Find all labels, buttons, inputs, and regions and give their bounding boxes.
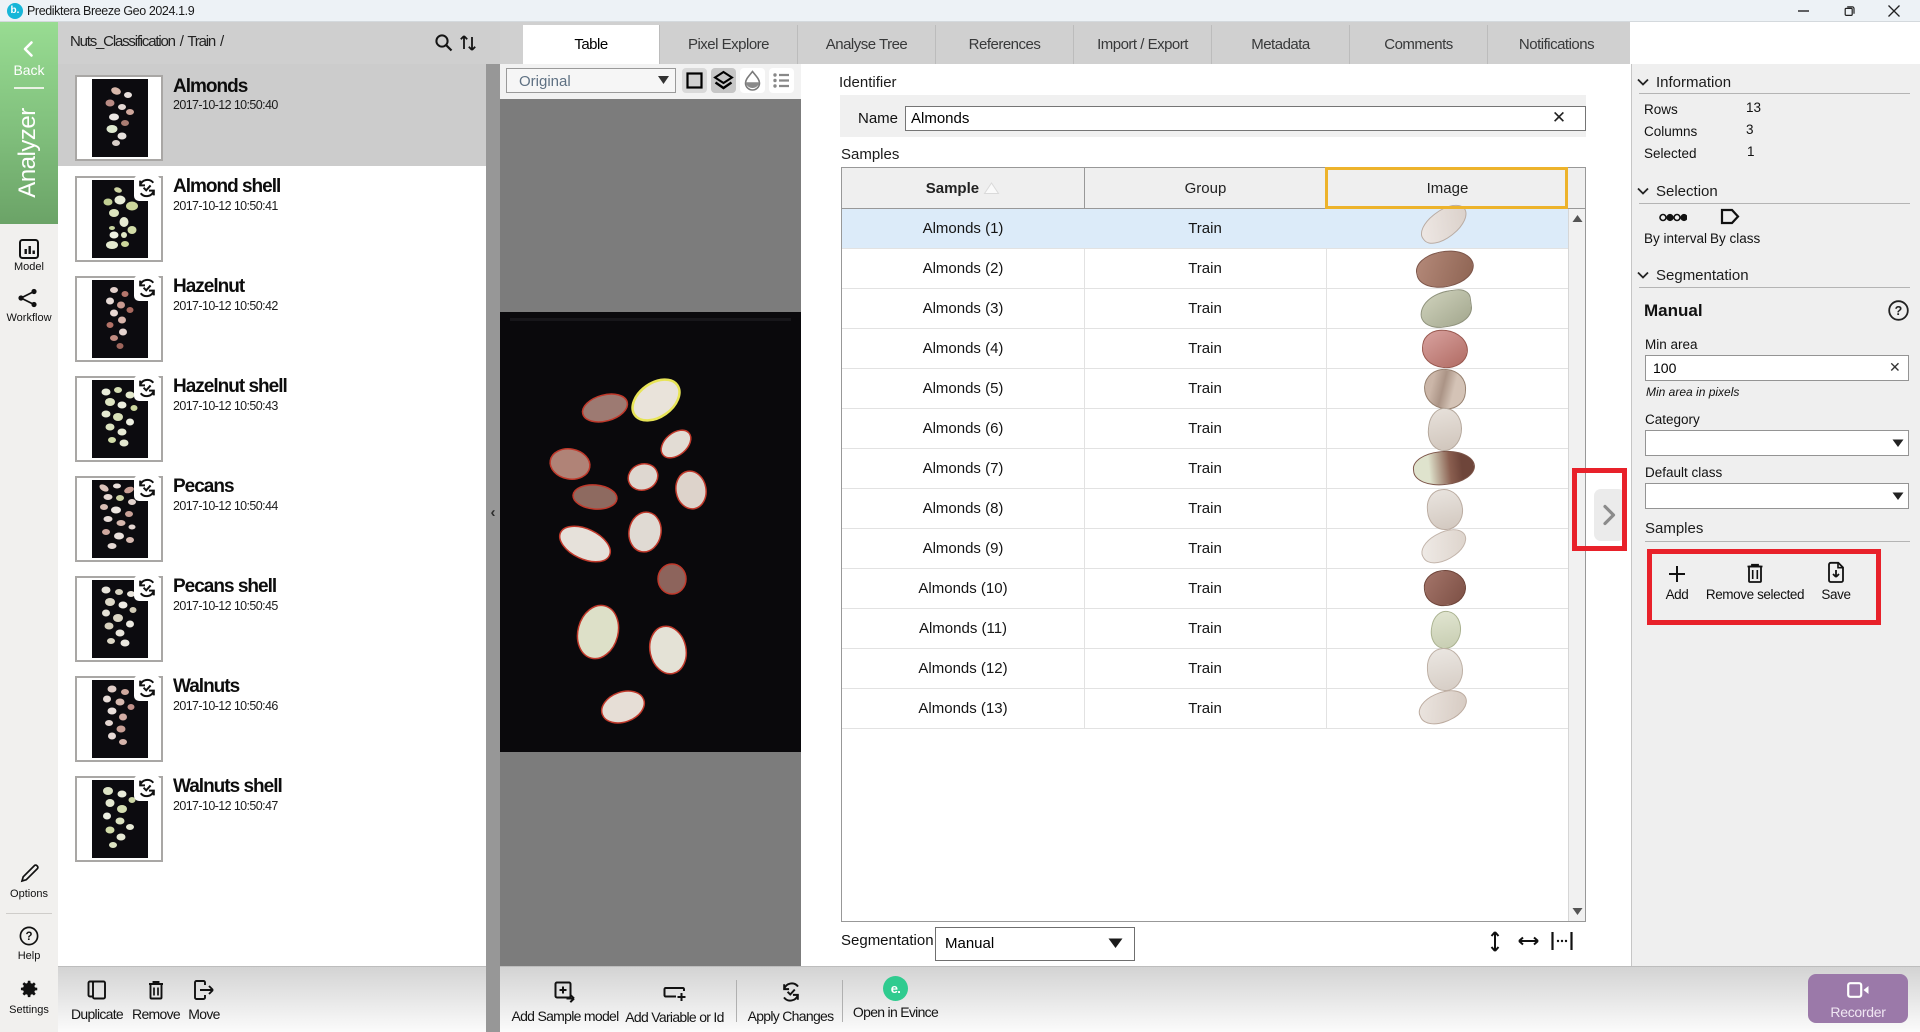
- svg-text:?: ?: [25, 931, 32, 943]
- svg-text:?: ?: [1895, 304, 1903, 318]
